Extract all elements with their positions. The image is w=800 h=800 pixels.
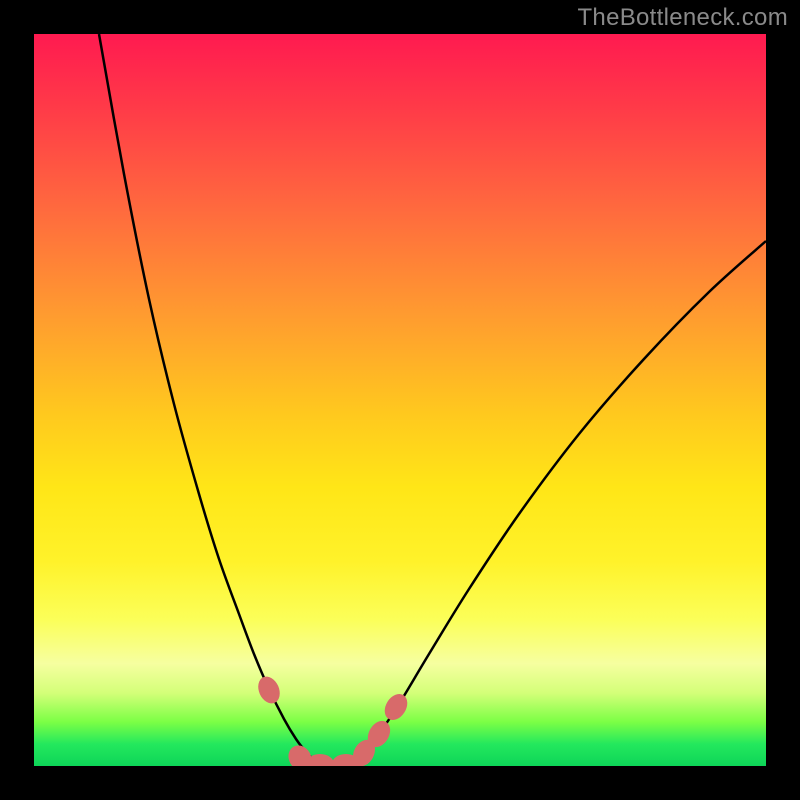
watermark-text: TheBottleneck.com xyxy=(577,4,788,32)
bottleneck-curve xyxy=(99,34,766,766)
series-right-branch xyxy=(354,241,766,764)
chart-frame: TheBottleneck.com xyxy=(0,0,800,800)
plot-area xyxy=(34,34,766,766)
right-marker-3 xyxy=(380,690,412,724)
left-marker-upper xyxy=(254,673,284,707)
series-left-branch xyxy=(99,34,321,764)
curve-layer xyxy=(34,34,766,766)
